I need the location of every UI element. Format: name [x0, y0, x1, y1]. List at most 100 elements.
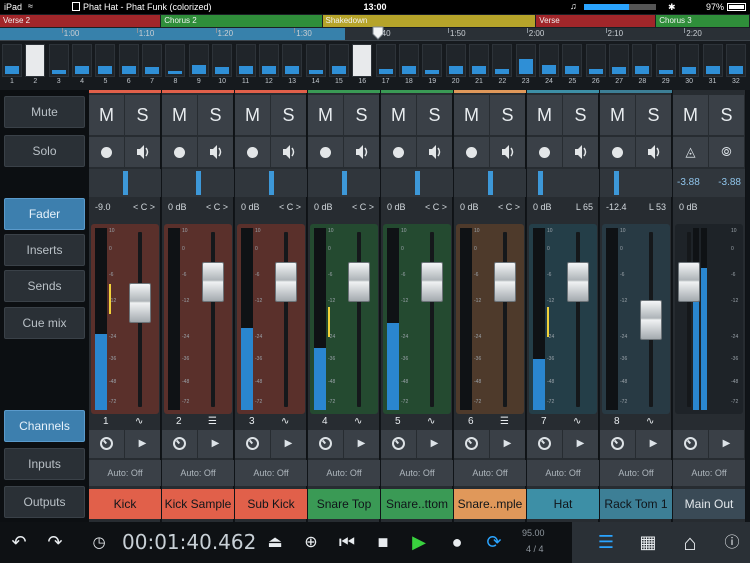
play-arrow-icon[interactable]: ▶ [198, 430, 233, 458]
play-arrow-icon[interactable]: ▶ [709, 430, 744, 458]
automation-button[interactable]: Auto: Off [527, 460, 599, 486]
channels-button[interactable]: Channels [4, 410, 85, 442]
overview-track[interactable] [469, 44, 489, 77]
overview-track[interactable] [212, 44, 233, 77]
overview-track[interactable] [515, 44, 536, 77]
mute-button[interactable]: M [527, 95, 562, 135]
fader-area[interactable]: 10 0 -6 -12 -24 -36 -48 -72 [383, 224, 451, 414]
input-gain-button[interactable] [89, 430, 124, 458]
record-icon[interactable]: ● [444, 522, 470, 563]
overview-track[interactable] [165, 44, 186, 77]
monitor-button[interactable] [271, 137, 306, 167]
monitor-button[interactable] [563, 137, 598, 167]
monitor-button[interactable] [636, 137, 671, 167]
pan-control[interactable] [308, 169, 380, 197]
overview-track[interactable] [609, 44, 630, 77]
mute-button[interactable]: M [381, 95, 416, 135]
fader-view-button[interactable]: Fader [4, 198, 85, 230]
record-arm-button[interactable] [527, 137, 562, 167]
input-gain-button[interactable] [381, 430, 416, 458]
play-arrow-icon[interactable]: ▶ [563, 430, 598, 458]
solo-button[interactable]: S [271, 95, 306, 135]
overview-track[interactable] [398, 44, 419, 77]
overview-track[interactable] [258, 44, 279, 77]
overview-track[interactable] [352, 44, 373, 77]
input-gain-button[interactable] [600, 430, 635, 458]
mute-button[interactable]: M [89, 95, 124, 135]
solo-button[interactable]: S [344, 95, 379, 135]
loop-range[interactable] [0, 28, 345, 40]
fader-area[interactable]: 10 0 -6 -12 -24 -36 -48 -72 [602, 224, 670, 414]
overview-track[interactable] [562, 44, 583, 77]
solo-button[interactable]: S [417, 95, 452, 135]
channel-name[interactable]: Snare..ttom [381, 489, 453, 519]
pan-control[interactable] [89, 169, 161, 197]
overview-track[interactable] [72, 44, 93, 77]
overview-track[interactable] [118, 44, 139, 77]
automation-button[interactable]: Auto: Off [454, 460, 526, 486]
fader-area[interactable]: 10 0 -6 -12 -24 -36 -48 -72 [237, 224, 305, 414]
tempo-display[interactable]: 95.00 [522, 528, 545, 538]
fader-handle[interactable] [678, 261, 700, 302]
clock-icon[interactable]: ◷ [88, 522, 110, 563]
channel-name[interactable]: Snare Top [308, 489, 380, 519]
pan-control[interactable] [235, 169, 307, 197]
undo-icon[interactable]: ↶ [6, 522, 32, 563]
metronome-icon[interactable]: ◬ [673, 137, 708, 167]
pan-control[interactable] [600, 169, 672, 197]
fader-area[interactable]: 10 0 -6 -12 -24 -36 -48 -72 [91, 224, 159, 414]
fader-handle[interactable] [275, 261, 297, 302]
mute-button[interactable]: M [162, 95, 197, 135]
solo-button[interactable]: S [563, 95, 598, 135]
input-gain-button[interactable] [308, 430, 343, 458]
mute-button[interactable]: M [673, 95, 708, 135]
record-arm-button[interactable] [454, 137, 489, 167]
overview-track[interactable] [725, 44, 746, 77]
overview-track[interactable] [188, 44, 209, 77]
overview-track[interactable] [632, 44, 653, 77]
mixer-icon[interactable]: ☰ [592, 522, 620, 563]
fader-handle[interactable] [567, 261, 589, 302]
record-arm-button[interactable] [89, 137, 124, 167]
monitor-button[interactable] [490, 137, 525, 167]
mute-button[interactable]: M [600, 95, 635, 135]
track-overview[interactable]: 1 2 3 4 5 6 7 8 9 10 11 12 13 14 15 16 17 18 19 20 21 22 23 24 2… [0, 41, 750, 90]
overview-track[interactable] [585, 44, 606, 77]
record-arm-button[interactable] [381, 137, 416, 167]
channel-name[interactable]: Kick Sample [162, 489, 234, 519]
overview-track[interactable] [2, 44, 22, 77]
home-icon[interactable]: ⌂ [676, 522, 704, 563]
timecode-display[interactable]: 00:01:40.462 [122, 522, 256, 563]
overview-track[interactable] [375, 44, 396, 77]
help-icon[interactable]: ⓘ [718, 522, 746, 563]
channel-name[interactable]: Kick [89, 489, 161, 519]
input-gain-button[interactable] [527, 430, 562, 458]
overview-track[interactable] [539, 44, 560, 77]
overview-track[interactable] [142, 44, 163, 77]
pan-control[interactable] [527, 169, 599, 197]
fader-handle[interactable] [494, 261, 516, 302]
play-arrow-icon[interactable]: ▶ [636, 430, 671, 458]
fader-area[interactable]: 10 0 -6 -12 -24 -36 -48 -72 [675, 224, 743, 414]
overview-track[interactable] [422, 44, 443, 77]
arranger-overview[interactable]: Verse 2 Chorus 2 Shakedown Verse Chorus 3 1:… [0, 14, 750, 90]
pan-control[interactable] [381, 169, 453, 197]
fader-area[interactable]: 10 0 -6 -12 -24 -36 -48 -72 [164, 224, 232, 414]
pan-control[interactable] [162, 169, 234, 197]
overview-track[interactable] [95, 44, 116, 77]
channel-name[interactable]: Main Out [673, 489, 745, 519]
overview-track[interactable] [282, 44, 303, 77]
automation-button[interactable]: Auto: Off [89, 460, 161, 486]
record-arm-button[interactable] [162, 137, 197, 167]
input-gain-button[interactable] [235, 430, 270, 458]
solo-button[interactable]: S [709, 95, 744, 135]
channel-name[interactable]: Snare..mple [454, 489, 526, 519]
mute-button[interactable]: M [454, 95, 489, 135]
solo-button[interactable]: S [490, 95, 525, 135]
fader-handle[interactable] [640, 299, 662, 340]
solo-button[interactable]: S [198, 95, 233, 135]
overview-track[interactable] [328, 44, 349, 77]
overview-track[interactable] [25, 44, 46, 77]
record-arm-button[interactable] [235, 137, 270, 167]
channel-name[interactable]: Hat [527, 489, 599, 519]
